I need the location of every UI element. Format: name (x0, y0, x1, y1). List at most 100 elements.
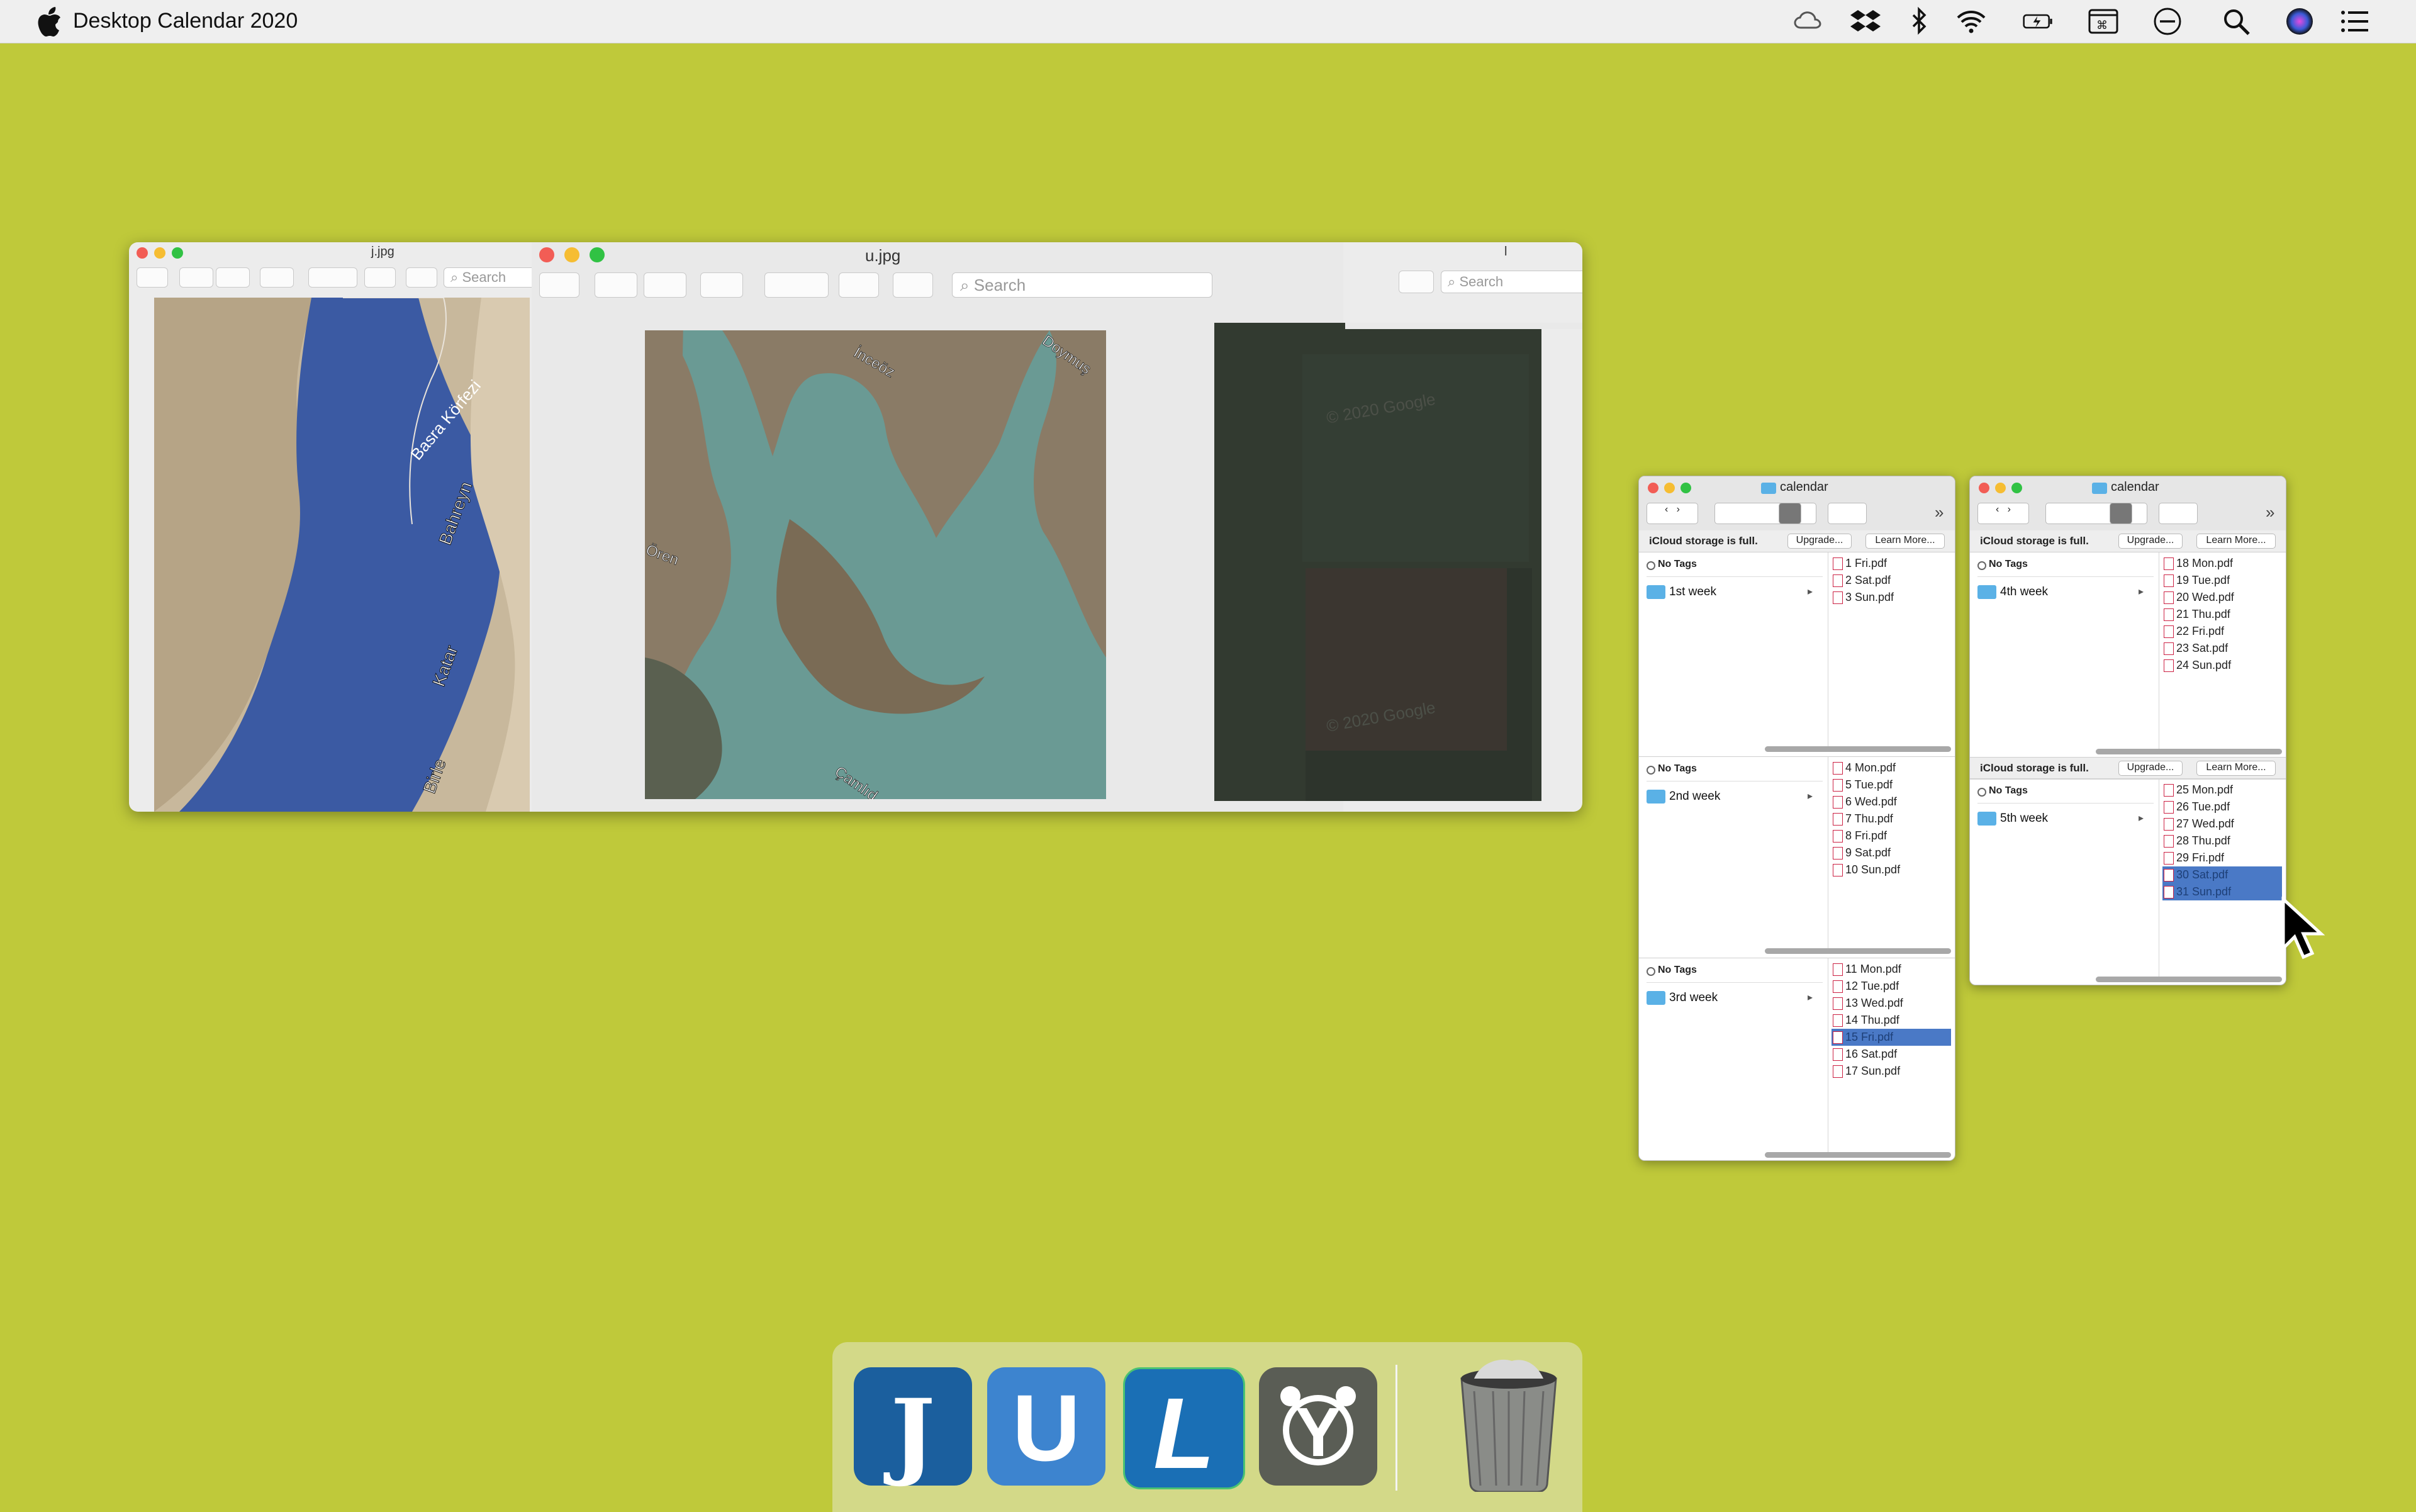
search-input[interactable]: ⌕ Search (1441, 271, 1582, 293)
group-by-button[interactable] (1828, 503, 1867, 524)
back-forward-buttons[interactable]: ‹ › (1647, 503, 1698, 524)
file-item[interactable]: 27 Wed.pdf (2162, 815, 2282, 832)
dock-app-y[interactable]: Y (1259, 1367, 1377, 1486)
horizontal-scrollbar[interactable] (1765, 948, 1951, 954)
minimize-button[interactable] (1664, 483, 1675, 493)
file-item[interactable]: 8 Fri.pdf (1832, 827, 1951, 844)
tags-filter[interactable]: No Tags (1658, 763, 1697, 775)
apple-logo-icon[interactable] (35, 5, 63, 36)
horizontal-scrollbar[interactable] (1765, 746, 1951, 752)
group-by-button[interactable] (2159, 503, 2198, 524)
tags-filter[interactable]: No Tags (1989, 559, 2028, 570)
active-app-title[interactable]: Desktop Calendar 2020 (73, 9, 298, 33)
learn-more-button[interactable]: Learn More... (1865, 534, 1945, 549)
markup-button[interactable] (764, 272, 829, 298)
file-item[interactable]: 6 Wed.pdf (1832, 793, 1951, 810)
file-item[interactable]: 12 Tue.pdf (1832, 978, 1951, 995)
back-forward-buttons[interactable]: ‹ › (1977, 503, 2029, 524)
upgrade-button[interactable]: Upgrade... (1787, 534, 1852, 549)
file-item[interactable]: 19 Tue.pdf (2162, 572, 2282, 589)
dock-app-j[interactable]: J (854, 1367, 972, 1489)
close-button[interactable] (1648, 483, 1658, 493)
zoom-button[interactable] (1681, 483, 1691, 493)
file-item[interactable]: 7 Thu.pdf (1832, 810, 1951, 827)
file-item[interactable]: 11 Mon.pdf (1832, 961, 1951, 978)
file-item[interactable]: 15 Fri.pdf (1832, 1029, 1951, 1046)
file-item[interactable]: 28 Thu.pdf (2162, 832, 2282, 849)
sidebar-toggle-button[interactable] (539, 272, 579, 298)
rotate-button[interactable] (364, 267, 396, 288)
folder-item[interactable]: 3rd week (1669, 991, 1718, 1005)
more-toolbar-icon[interactable]: » (1935, 503, 1943, 522)
file-item[interactable]: 2 Sat.pdf (1832, 572, 1951, 589)
creative-cloud-icon[interactable] (1792, 6, 1823, 36)
file-item[interactable]: 1 Fri.pdf (1832, 555, 1951, 572)
share-button[interactable] (1399, 271, 1434, 293)
close-button[interactable] (539, 247, 554, 262)
file-item[interactable]: 14 Thu.pdf (1832, 1012, 1951, 1029)
folder-item[interactable]: 4th week (2000, 585, 2048, 599)
file-item[interactable]: 18 Mon.pdf (2162, 555, 2282, 572)
folder-item[interactable]: 2nd week (1669, 790, 1720, 804)
search-input[interactable]: ⌕ Search (952, 272, 1212, 298)
file-item[interactable]: 5 Tue.pdf (1832, 776, 1951, 793)
learn-more-button[interactable]: Learn More... (2196, 761, 2276, 776)
keyboard-viewer-icon[interactable]: ⌘ (2088, 6, 2119, 36)
file-item[interactable]: 26 Tue.pdf (2162, 798, 2282, 815)
file-item[interactable]: 30 Sat.pdf (2162, 866, 2282, 883)
file-item[interactable]: 4 Mon.pdf (1832, 759, 1951, 776)
file-item[interactable]: 25 Mon.pdf (2162, 781, 2282, 798)
more-toolbar-icon[interactable]: » (2266, 503, 2274, 522)
upgrade-button[interactable]: Upgrade... (2118, 534, 2183, 549)
file-item[interactable]: 16 Sat.pdf (1832, 1046, 1951, 1063)
do-not-disturb-icon[interactable] (2152, 6, 2183, 36)
upgrade-button[interactable]: Upgrade... (2118, 761, 2183, 776)
spotlight-search-icon[interactable] (2221, 6, 2252, 36)
annotate-button[interactable] (893, 272, 933, 298)
file-item[interactable]: 9 Sat.pdf (1832, 844, 1951, 861)
trash-icon[interactable] (1449, 1353, 1569, 1492)
sidebar-toggle-button[interactable] (137, 267, 168, 288)
learn-more-button[interactable]: Learn More... (2196, 534, 2276, 549)
file-item[interactable]: 23 Sat.pdf (2162, 640, 2282, 657)
zoom-in-button[interactable] (216, 267, 250, 288)
horizontal-scrollbar[interactable] (2096, 749, 2282, 754)
zoom-out-button[interactable] (595, 272, 637, 298)
share-button[interactable] (260, 267, 294, 288)
column-view-button[interactable] (1779, 503, 1801, 524)
close-button[interactable] (137, 247, 148, 259)
zoom-out-button[interactable] (179, 267, 213, 288)
minimize-button[interactable] (564, 247, 579, 262)
file-item[interactable]: 24 Sun.pdf (2162, 657, 2282, 674)
column-view-button[interactable] (2110, 503, 2132, 524)
zoom-button[interactable] (172, 247, 183, 259)
siri-icon[interactable] (2284, 6, 2315, 36)
file-item[interactable]: 21 Thu.pdf (2162, 606, 2282, 623)
zoom-button[interactable] (2011, 483, 2022, 493)
notification-center-icon[interactable] (2339, 6, 2371, 36)
minimize-button[interactable] (154, 247, 165, 259)
annotate-button[interactable] (406, 267, 437, 288)
file-item[interactable]: 22 Fri.pdf (2162, 623, 2282, 640)
share-button[interactable] (700, 272, 743, 298)
close-button[interactable] (1979, 483, 1989, 493)
file-item[interactable]: 31 Sun.pdf (2162, 883, 2282, 900)
horizontal-scrollbar[interactable] (1765, 1152, 1951, 1158)
markup-button[interactable] (308, 267, 357, 288)
file-item[interactable]: 20 Wed.pdf (2162, 589, 2282, 606)
folder-item[interactable]: 1st week (1669, 585, 1716, 599)
folder-item[interactable]: 5th week (2000, 812, 2048, 826)
horizontal-scrollbar[interactable] (2096, 977, 2282, 982)
zoom-button[interactable] (590, 247, 605, 262)
bluetooth-icon[interactable] (1903, 6, 1935, 36)
zoom-in-button[interactable] (644, 272, 686, 298)
tags-filter[interactable]: No Tags (1989, 785, 2028, 797)
file-item[interactable]: 17 Sun.pdf (1832, 1063, 1951, 1080)
wifi-icon[interactable] (1955, 6, 1987, 36)
tags-filter[interactable]: No Tags (1658, 559, 1697, 570)
search-input[interactable]: ⌕ Search (444, 267, 536, 288)
battery-icon[interactable] (2023, 6, 2054, 36)
minimize-button[interactable] (1995, 483, 2006, 493)
rotate-button[interactable] (839, 272, 879, 298)
dropbox-icon[interactable] (1850, 6, 1881, 36)
